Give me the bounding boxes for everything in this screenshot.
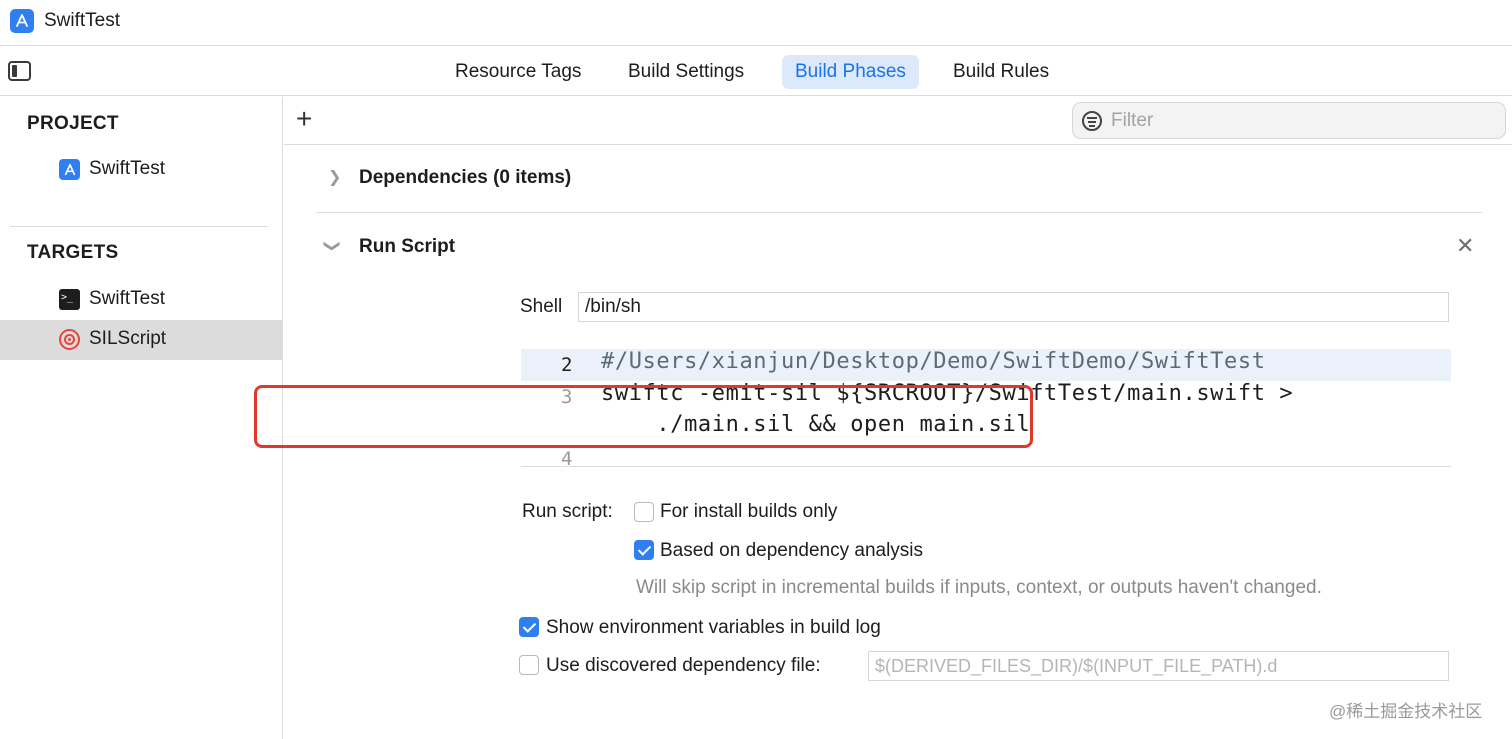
sidebar-item-label: SwiftTest bbox=[89, 158, 166, 179]
sidebar-item-project-swifttest[interactable]: SwiftTest bbox=[0, 150, 282, 190]
terminal-icon: >_ bbox=[59, 289, 80, 310]
phase-title-dependencies[interactable]: Dependencies (0 items) bbox=[359, 167, 571, 189]
env-vars-checkbox[interactable] bbox=[519, 617, 539, 637]
annotation-highlight-box bbox=[254, 385, 1033, 448]
close-icon[interactable]: ✕ bbox=[1456, 233, 1474, 259]
editor-tab-bar: Resource Tags Build Settings Build Phase… bbox=[0, 47, 1512, 96]
dep-file-label: Use discovered dependency file: bbox=[546, 655, 821, 676]
code-line: #/Users/xianjun/Desktop/Demo/SwiftDemo/S… bbox=[601, 349, 1266, 374]
filter-icon bbox=[1082, 111, 1102, 131]
target-icon bbox=[59, 329, 80, 350]
line-number: 2 bbox=[561, 354, 573, 376]
title-bar: SwiftTest bbox=[0, 0, 1512, 46]
tab-build-rules[interactable]: Build Rules bbox=[940, 55, 1062, 89]
filter-field[interactable]: Filter bbox=[1072, 102, 1506, 139]
add-phase-button[interactable]: + bbox=[296, 103, 312, 135]
shell-field[interactable]: /bin/sh bbox=[578, 292, 1449, 322]
sidebar-item-label: SwiftTest bbox=[89, 288, 166, 309]
phases-toolbar: + Filter bbox=[284, 97, 1512, 145]
filter-placeholder: Filter bbox=[1111, 110, 1154, 131]
sidebar-item-target-swifttest[interactable]: >_ SwiftTest bbox=[0, 280, 282, 320]
line-number: 4 bbox=[561, 448, 573, 467]
tab-resource-tags[interactable]: Resource Tags bbox=[442, 55, 594, 89]
sidebar-item-target-silscript[interactable]: SILScript bbox=[0, 320, 282, 360]
env-vars-label: Show environment variables in build log bbox=[546, 617, 881, 638]
project-sidebar: PROJECT SwiftTest TARGETS >_ SwiftTest S… bbox=[0, 97, 283, 739]
chevron-down-icon[interactable]: ❯ bbox=[323, 239, 343, 252]
sidebar-divider bbox=[10, 226, 268, 227]
install-builds-checkbox[interactable] bbox=[634, 502, 654, 522]
dep-file-checkbox[interactable] bbox=[519, 655, 539, 675]
sidebar-item-label: SILScript bbox=[89, 328, 167, 349]
install-builds-label: For install builds only bbox=[660, 501, 838, 522]
tab-build-settings[interactable]: Build Settings bbox=[615, 55, 757, 89]
dependency-analysis-hint: Will skip script in incremental builds i… bbox=[636, 577, 1322, 598]
project-heading: PROJECT bbox=[27, 113, 119, 134]
dependency-analysis-checkbox[interactable] bbox=[634, 540, 654, 560]
chevron-right-icon[interactable]: ❯ bbox=[328, 167, 341, 187]
run-script-label: Run script: bbox=[522, 501, 613, 522]
watermark: @稀土掘金技术社区 bbox=[1329, 702, 1483, 721]
app-icon bbox=[59, 159, 80, 180]
targets-heading: TARGETS bbox=[27, 242, 119, 263]
sidebar-toggle-icon[interactable] bbox=[8, 61, 31, 81]
phase-title-run-script[interactable]: Run Script bbox=[359, 236, 455, 258]
window-title: SwiftTest bbox=[44, 10, 121, 31]
app-icon bbox=[10, 9, 34, 33]
shell-label: Shell bbox=[520, 296, 563, 317]
dep-file-field[interactable]: $(DERIVED_FILES_DIR)/$(INPUT_FILE_PATH).… bbox=[868, 651, 1449, 681]
phase-divider bbox=[316, 212, 1482, 213]
tab-build-phases[interactable]: Build Phases bbox=[782, 55, 919, 89]
dependency-analysis-label: Based on dependency analysis bbox=[660, 540, 924, 561]
